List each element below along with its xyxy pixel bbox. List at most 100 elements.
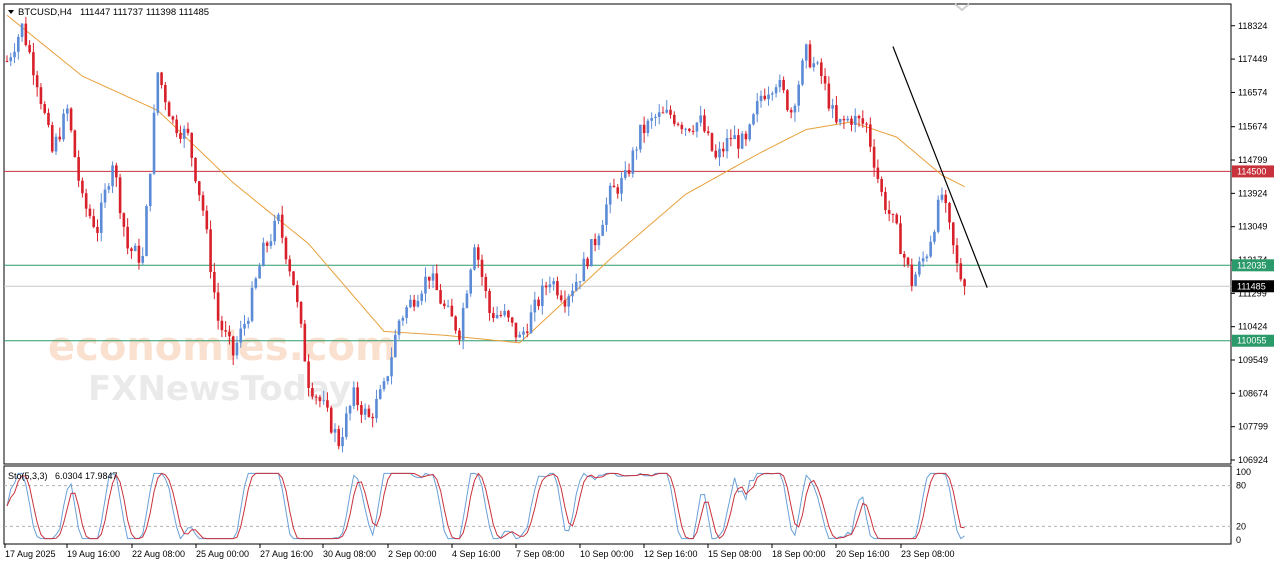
candle-body xyxy=(360,405,363,415)
candle-body xyxy=(925,256,929,259)
candle-body xyxy=(748,124,751,140)
candle-body xyxy=(752,114,755,125)
candle-body xyxy=(948,203,951,223)
xtick-label: 12 Sep 16:00 xyxy=(644,549,698,559)
candle-body xyxy=(450,305,454,317)
candle-body xyxy=(804,44,808,61)
candle-body xyxy=(194,157,197,182)
xtick-label: 25 Aug 00:00 xyxy=(196,549,249,559)
candle-body xyxy=(740,133,744,149)
ytick-label: 116574 xyxy=(1238,87,1267,97)
candle-body xyxy=(657,112,661,117)
candle-body xyxy=(356,387,359,406)
candle-body xyxy=(733,135,736,140)
candle-body xyxy=(820,62,823,76)
candle-body xyxy=(295,285,299,303)
candle-body xyxy=(654,116,657,119)
candle-body xyxy=(725,138,729,152)
candle-body xyxy=(88,208,92,217)
candle-body xyxy=(582,258,586,282)
candle-body xyxy=(676,123,680,125)
candle-body xyxy=(431,273,435,281)
candle-body xyxy=(959,263,963,280)
chart-canvas: economies.com FXNewsToday 11832411744911… xyxy=(0,0,1280,567)
candle-body xyxy=(461,307,465,340)
candle-body xyxy=(107,186,111,190)
candle-body xyxy=(590,239,593,267)
candle-body xyxy=(612,185,616,188)
candle-body xyxy=(273,220,276,242)
candle-body xyxy=(771,93,774,95)
candle-body xyxy=(329,407,333,433)
xtick-label: 23 Sep 08:00 xyxy=(901,549,955,559)
candle-body xyxy=(759,95,763,102)
price-badge-label: 110055 xyxy=(1237,336,1266,346)
candle-body xyxy=(642,124,646,134)
candle-body xyxy=(130,248,133,252)
candle-body xyxy=(220,320,224,331)
candle-body xyxy=(13,51,16,58)
candle-body xyxy=(631,150,635,174)
candle-body xyxy=(201,195,205,211)
xtick-label: 17 Aug 2025 xyxy=(5,549,56,559)
candle-body xyxy=(352,387,356,406)
stoch-ytick-label: 80 xyxy=(1236,481,1246,491)
candle-body xyxy=(608,185,612,205)
candle-body xyxy=(58,136,62,140)
candle-body xyxy=(473,247,476,270)
candle-body xyxy=(601,224,604,236)
candle-body xyxy=(563,300,567,307)
candle-body xyxy=(835,105,838,123)
candle-body xyxy=(880,178,883,192)
xtick-label: 15 Sep 08:00 xyxy=(708,549,762,559)
candle-body xyxy=(537,299,540,307)
candle-body xyxy=(857,116,861,119)
candle-body xyxy=(458,330,461,340)
candle-body xyxy=(333,429,337,433)
candle-body xyxy=(899,223,902,254)
candle-body xyxy=(427,276,431,281)
candle-body xyxy=(944,194,948,204)
candle-body xyxy=(5,60,9,62)
candle-body xyxy=(47,112,50,126)
xtick-label: 2 Sep 00:00 xyxy=(388,549,437,559)
candle-body xyxy=(307,361,310,389)
ytick-label: 117449 xyxy=(1238,54,1267,64)
candle-body xyxy=(936,199,940,232)
candle-body xyxy=(838,118,842,123)
candle-body xyxy=(239,328,243,343)
candle-body xyxy=(439,290,442,304)
candle-body xyxy=(141,255,145,263)
candle-body xyxy=(529,312,533,333)
candle-body xyxy=(533,299,537,313)
candle-body xyxy=(507,310,510,318)
candle-body xyxy=(808,44,812,68)
candle-body xyxy=(831,105,834,109)
candle-body xyxy=(186,128,190,133)
candle-body xyxy=(895,214,899,224)
candle-body xyxy=(559,295,563,301)
candle-body xyxy=(35,75,39,88)
candle-body xyxy=(20,23,24,37)
candle-body xyxy=(646,120,650,134)
ohlc-values: 111447 111737 111398 111485 xyxy=(80,7,209,18)
candle-body xyxy=(910,264,914,286)
price-badge-label: 111485 xyxy=(1237,281,1266,291)
candle-body xyxy=(111,165,114,187)
candle-body xyxy=(409,299,412,308)
candle-body xyxy=(243,323,246,329)
candle-body xyxy=(853,116,857,125)
candle-body xyxy=(50,125,54,152)
candle-body xyxy=(258,266,261,279)
candle-body xyxy=(699,115,702,123)
candle-body xyxy=(525,331,529,333)
candle-body xyxy=(81,180,84,194)
candle-body xyxy=(801,60,804,85)
candle-body xyxy=(865,123,868,125)
candle-body xyxy=(518,334,522,338)
candle-body xyxy=(250,287,254,321)
candle-body xyxy=(921,258,925,262)
candle-body xyxy=(160,72,163,85)
candle-body xyxy=(118,177,122,214)
candle-body xyxy=(416,300,420,307)
